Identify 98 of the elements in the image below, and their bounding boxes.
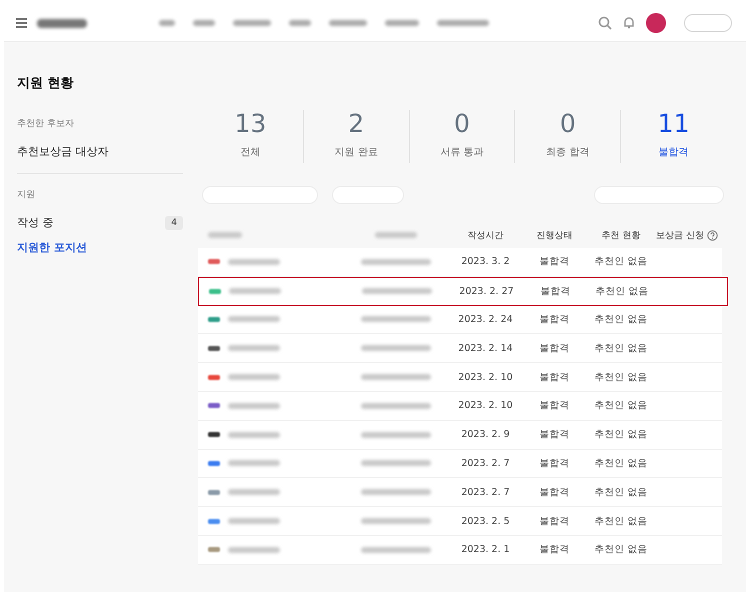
blurred-position-title: [360, 518, 430, 524]
sidebar-heading: 추천한 후보자: [17, 118, 75, 130]
blurred-position-title: [362, 288, 432, 294]
table-cell-text: 2023. 2. 10: [457, 400, 514, 412]
blurred-position-title: [360, 432, 430, 438]
column-header: 보상금 신청: [656, 230, 704, 242]
table-row[interactable]: 2023. 3. 2 불합격 추천인 없음: [198, 248, 722, 277]
help-icon[interactable]: [706, 230, 718, 240]
avatar-circle[interactable]: [646, 13, 666, 33]
table-cell-text: 불합격: [538, 399, 570, 412]
blurred-company-name: [228, 402, 280, 409]
stat-tab[interactable]: 0 최종 합격: [514, 110, 620, 163]
table-cell-text: 불합격: [540, 284, 572, 298]
sidebar-item[interactable]: 지원한 포지션: [17, 240, 87, 255]
table-row[interactable]: 2023. 2. 5 불합격 추천인 없음: [198, 507, 722, 536]
blurred-company-name: [228, 546, 280, 553]
table-cell-text: 추천인 없음: [593, 312, 649, 326]
search-icon[interactable]: [598, 16, 612, 30]
table-row[interactable]: 2023. 2. 9 불합격 추천인 없음: [198, 420, 722, 450]
blurred-company-name: [228, 258, 280, 265]
blurred-position-title: [360, 489, 430, 496]
table-cell-text: 추천인 없음: [594, 284, 650, 298]
blurred-position-title: [360, 345, 430, 352]
blurred-nav-link[interactable]: [233, 20, 271, 26]
table-cell-text: 추천인 없음: [593, 370, 649, 384]
table-cell-text: 추천인 없음: [593, 342, 649, 355]
column-header: 작성시간: [466, 230, 504, 242]
stat-tab[interactable]: 11 불합격: [620, 110, 726, 163]
menu-icon[interactable]: [16, 18, 27, 28]
blurred-nav-link[interactable]: [289, 20, 311, 26]
blurred-nav-link[interactable]: [193, 20, 215, 26]
blurred-nav-link[interactable]: [329, 20, 367, 26]
table-cell-text: 불합격: [538, 312, 570, 326]
table-cell-text: 2023. 2. 14: [457, 342, 514, 354]
table-row[interactable]: 2023. 2. 10 불합격 추천인 없음: [198, 363, 722, 392]
table-row[interactable]: 2023. 2. 7 불합격 추천인 없음: [198, 478, 722, 508]
blurred-company-name: [229, 288, 281, 294]
blurred-logo: [37, 18, 87, 28]
blurred-nav-link[interactable]: [385, 20, 419, 26]
table-cell-text: 추천인 없음: [593, 399, 649, 412]
table-cell-text: 불합격: [538, 456, 570, 470]
table-cell-text: 불합격: [538, 428, 570, 442]
bell-icon[interactable]: [622, 16, 636, 30]
table-row[interactable]: 2023. 2. 7 불합격 추천인 없음: [198, 450, 722, 478]
table-cell-text: 2023. 2. 7: [460, 486, 511, 498]
blurred-company-name: [228, 316, 280, 322]
blurred-position-title: [360, 374, 430, 380]
table-cell-text: 추천인 없음: [593, 456, 649, 470]
table-row[interactable]: 2023. 2. 24 불합격 추천인 없음: [198, 306, 722, 334]
blurred-position-title: [360, 316, 430, 322]
table-cell-text: 2023. 2. 1: [460, 544, 511, 556]
blurred-company-name: [228, 345, 280, 352]
blurred-company-name: [228, 518, 280, 524]
table-row[interactable]: 2023. 2. 1 불합격 추천인 없음: [198, 536, 722, 565]
table-cell-text: 추천인 없음: [593, 428, 649, 442]
blurred-service-button[interactable]: [684, 14, 732, 32]
sidebar-item[interactable]: 작성 중: [17, 215, 54, 230]
count-badge: 4: [165, 216, 183, 230]
stat-tab[interactable]: 0 서류 통과: [408, 110, 514, 163]
blurred-nav-link[interactable]: [437, 20, 489, 26]
table-row[interactable]: 2023. 2. 10 불합격 추천인 없음: [198, 392, 722, 421]
column-header: 진행상태: [536, 230, 574, 242]
column-header: 추천 현황: [600, 230, 642, 242]
blurred-position-title: [360, 460, 430, 466]
table-cell-text: 2023. 2. 7: [460, 458, 511, 469]
highlighted-table-row[interactable]: 2023. 2. 27 불합격 추천인 없음: [198, 276, 728, 306]
table-cell-text: 추천인 없음: [593, 255, 649, 268]
sidebar-title: 지원 현황: [17, 75, 75, 92]
table-cell-text: 불합격: [538, 255, 570, 268]
table-cell-text: 2023. 2. 10: [457, 372, 514, 383]
table-cell-text: 불합격: [538, 486, 570, 499]
table-cell-text: 2023. 2. 27: [458, 286, 515, 297]
blurred-nav-link[interactable]: [159, 20, 175, 26]
table-cell-text: 2023. 2. 9: [460, 429, 511, 440]
blurred-position-title: [360, 546, 430, 553]
blurred-company-name: [228, 374, 280, 380]
table-cell-text: 추천인 없음: [593, 514, 649, 528]
table-cell-text: 불합격: [538, 543, 570, 556]
table-cell-text: 불합격: [538, 342, 570, 355]
sidebar-item[interactable]: 추천보상금 대상자: [17, 144, 108, 159]
stat-tab[interactable]: 2 지원 완료: [302, 110, 409, 163]
table-cell-text: 2023. 2. 24: [457, 314, 514, 325]
table-cell-text: 추천인 없음: [593, 543, 649, 556]
blurred-column-header: [374, 232, 416, 238]
sidebar-heading: 지원: [17, 189, 36, 201]
table-cell-text: 2023. 2. 5: [460, 516, 511, 527]
table-row[interactable]: 2023. 2. 14 불합격 추천인 없음: [198, 334, 722, 364]
blurred-column-header: [208, 232, 242, 238]
table-cell-text: 2023. 3. 2: [460, 256, 511, 268]
table-cell-text: 불합격: [538, 370, 570, 384]
blurred-company-name: [228, 432, 280, 438]
table-cell-text: 불합격: [538, 514, 570, 528]
stat-tab[interactable]: 13 전체: [198, 110, 303, 163]
table-cell-text: 추천인 없음: [593, 486, 649, 499]
blurred-company-name: [228, 489, 280, 496]
blurred-position-title: [360, 258, 430, 265]
blurred-company-name: [228, 460, 280, 466]
blurred-position-title: [360, 402, 430, 409]
